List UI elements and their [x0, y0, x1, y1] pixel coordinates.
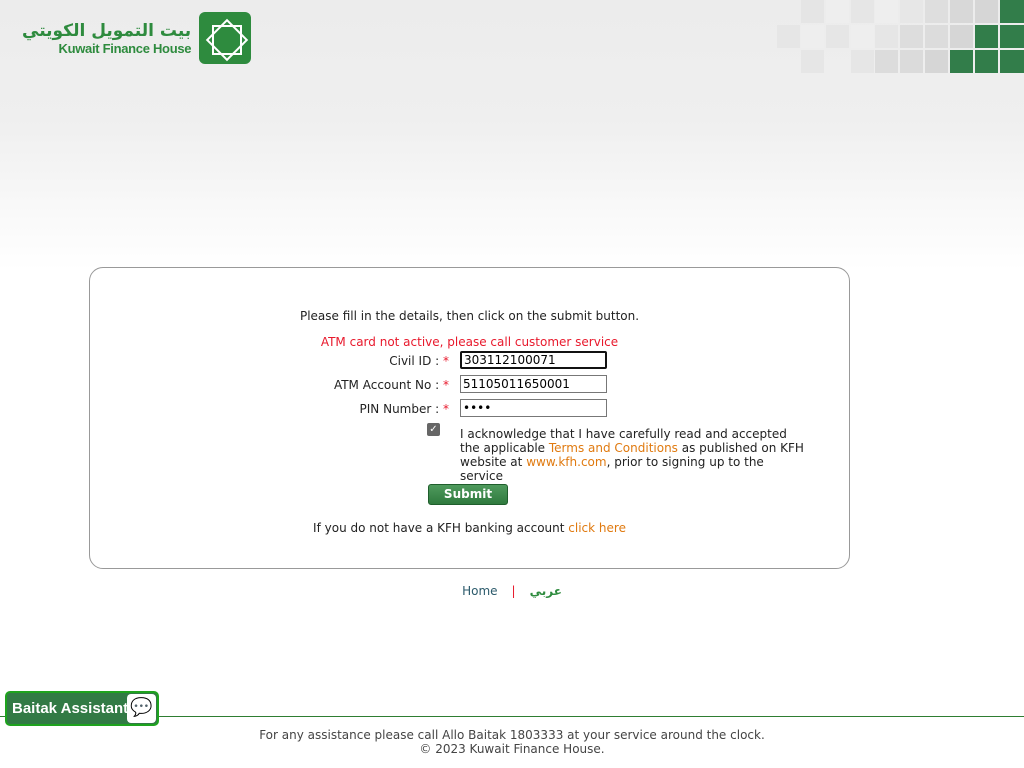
- decorative-tile: [826, 25, 849, 48]
- terms-acknowledgement: I acknowledge that I have carefully read…: [460, 427, 810, 483]
- decorative-tile: [975, 50, 998, 73]
- required-mark: *: [443, 378, 449, 392]
- decorative-tile: [777, 25, 800, 48]
- decorative-tile: [875, 50, 898, 73]
- decorative-tile: [925, 0, 948, 23]
- submit-button[interactable]: Submit: [428, 484, 508, 505]
- decorative-tile: [1000, 50, 1024, 73]
- terms-checkbox[interactable]: ✓: [427, 423, 440, 436]
- decorative-tile: [851, 50, 874, 73]
- atm-account-input[interactable]: [460, 375, 607, 393]
- pin-input[interactable]: [460, 399, 607, 417]
- footer-text: For any assistance please call Allo Bait…: [0, 728, 1024, 756]
- arabic-language-link[interactable]: عربي: [530, 584, 562, 598]
- nav-separator: |: [511, 584, 516, 598]
- decorative-tile: [900, 50, 923, 73]
- decorative-tile: [900, 0, 923, 23]
- decorative-tile: [925, 25, 948, 48]
- decorative-tile: [801, 25, 824, 48]
- registration-form: Please fill in the details, then click o…: [89, 267, 850, 569]
- click-here-link[interactable]: click here: [568, 521, 626, 535]
- logo-english-text: Kuwait Finance House: [58, 40, 192, 56]
- required-mark: *: [443, 402, 449, 416]
- required-mark: *: [443, 354, 449, 368]
- assistance-line: For any assistance please call Allo Bait…: [259, 728, 765, 742]
- error-message: ATM card not active, please call custome…: [320, 335, 619, 349]
- decorative-tile: [1000, 25, 1024, 48]
- decorative-tile: [875, 25, 898, 48]
- home-link[interactable]: Home: [462, 584, 497, 598]
- civil-id-input[interactable]: [460, 351, 607, 369]
- decorative-tile: [925, 50, 948, 73]
- atm-account-label: ATM Account No :: [333, 378, 440, 392]
- decorative-tile: [975, 0, 998, 23]
- decorative-tile: [950, 25, 973, 48]
- form-instructions: Please fill in the details, then click o…: [299, 309, 640, 323]
- kfh-emblem-icon: [199, 12, 252, 64]
- decorative-tile: [875, 0, 898, 23]
- no-account-label: If you do not have a KFH banking account: [313, 521, 569, 535]
- terms-link[interactable]: Terms and Conditions: [549, 441, 678, 455]
- baitak-assistant-button[interactable]: Baitak Assistant 💬: [5, 691, 159, 726]
- logo-arabic-text: بيت التمويل الكويتي: [22, 20, 192, 41]
- decorative-tile: [801, 50, 824, 73]
- civil-id-label: Civil ID :: [389, 354, 440, 368]
- decorative-tile: [900, 25, 923, 48]
- decorative-tile: [826, 0, 849, 23]
- no-account-text: If you do not have a KFH banking account…: [90, 521, 849, 535]
- chat-bubbles-icon: 💬: [127, 694, 156, 723]
- decorative-tile: [851, 0, 874, 23]
- pin-label: PIN Number :: [359, 402, 440, 416]
- decorative-tile: [851, 25, 874, 48]
- baitak-assistant-label: Baitak Assistant: [12, 700, 129, 717]
- decorative-tile: [950, 50, 973, 73]
- copyright: © 2023 Kuwait Finance House.: [419, 742, 605, 756]
- decorative-tile: [1000, 0, 1024, 23]
- pin-row: PIN Number : *: [90, 399, 849, 419]
- decorative-tile: [950, 0, 973, 23]
- decorative-tile: [975, 25, 998, 48]
- kfh-website-link[interactable]: www.kfh.com: [526, 455, 606, 469]
- decorative-tile: [801, 0, 824, 23]
- civil-id-row: Civil ID : *: [90, 351, 849, 371]
- footer-nav: Home | عربي: [0, 584, 1024, 598]
- atm-account-row: ATM Account No : *: [90, 375, 849, 395]
- kfh-logo[interactable]: بيت التمويل الكويتي Kuwait Finance House: [22, 12, 252, 64]
